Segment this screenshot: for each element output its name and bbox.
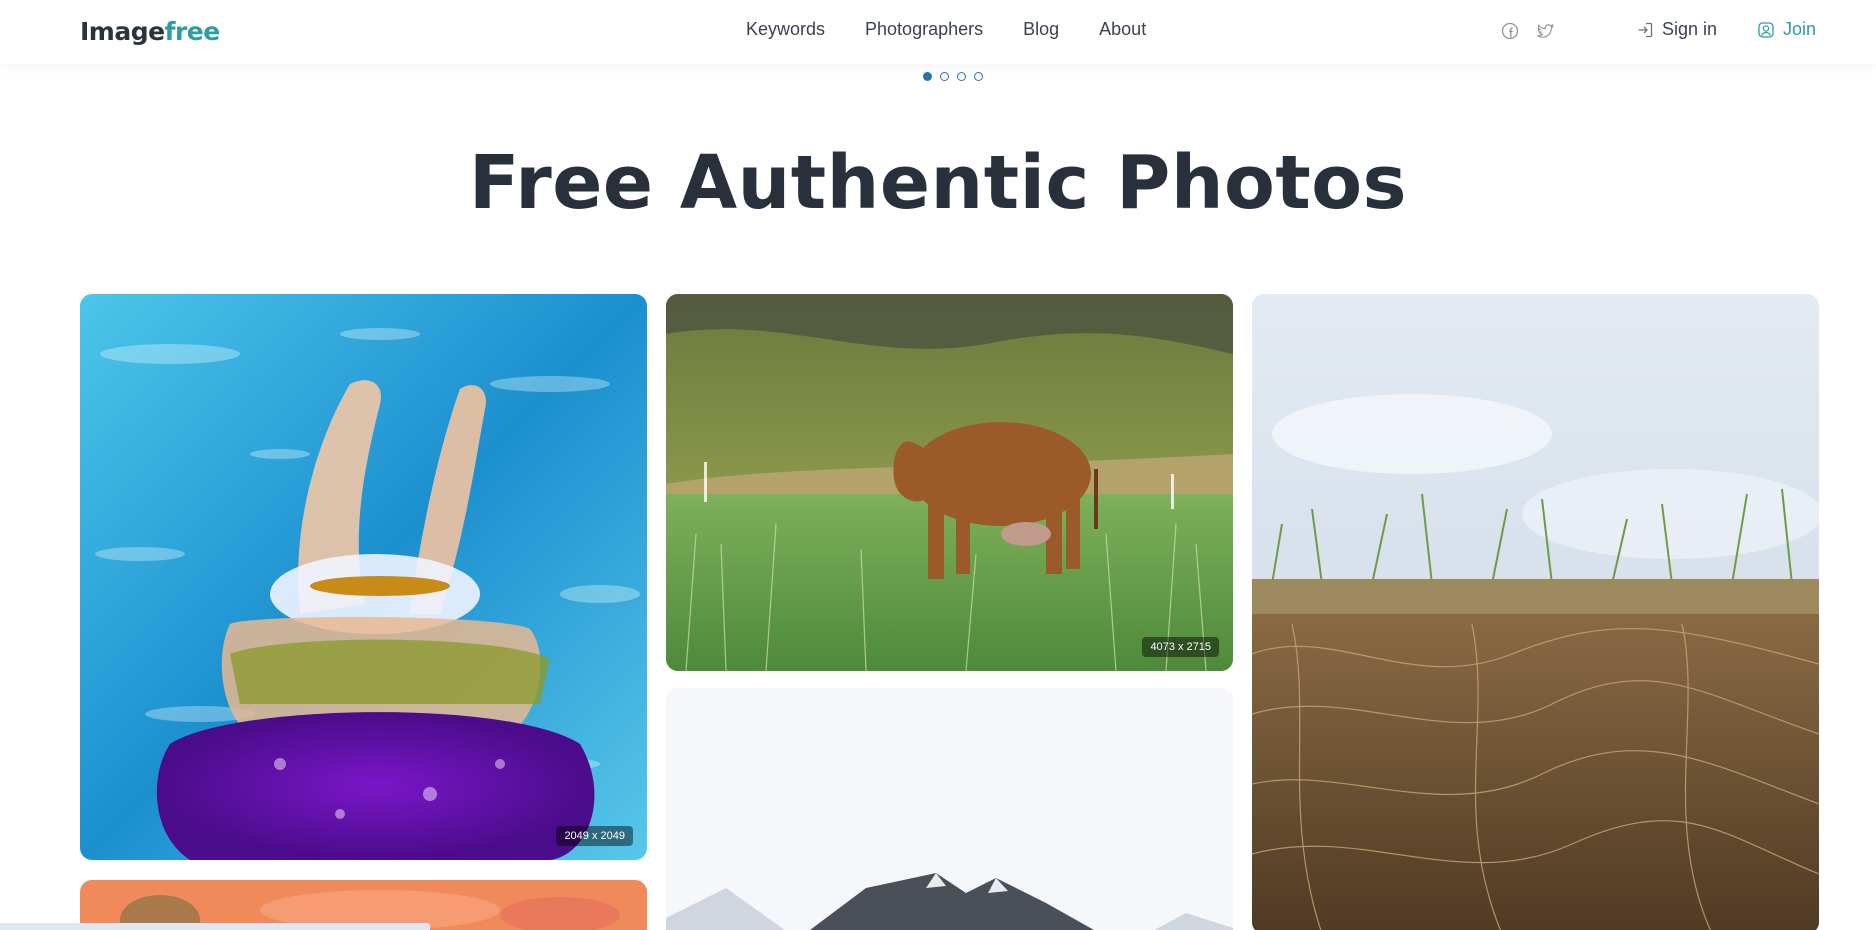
cow-image [666,294,1233,671]
nav-blog[interactable]: Blog [1023,19,1059,40]
photo-cow[interactable]: 4073 x 2715 [666,294,1233,671]
user-icon [1758,21,1774,38]
carousel-dot-4[interactable] [974,72,983,81]
sign-in-button[interactable]: Sign in [1636,19,1717,40]
sign-in-icon [1638,22,1653,37]
carousel-dot-2[interactable] [940,72,949,81]
auth-actions: Sign in Join [1636,19,1816,40]
facebook-icon[interactable] [1501,22,1519,40]
site-header: Imagefree Keywords Photographers Blog Ab… [0,0,1876,64]
photo-dimensions-badge: 4073 x 2715 [1142,637,1219,657]
twitter-icon[interactable] [1537,22,1555,40]
carousel-dot-1[interactable] [923,72,932,81]
photo-mountain[interactable] [666,688,1233,930]
nav-photographers[interactable]: Photographers [865,19,983,40]
photo-swimmer[interactable]: 2049 x 2049 [80,294,647,860]
hero-title: Free Authentic Photos [468,140,1408,226]
join-button[interactable]: Join [1757,19,1816,40]
mountain-image [666,688,1233,930]
nav-about[interactable]: About [1099,19,1146,40]
status-bar [0,923,430,930]
site-logo[interactable]: Imagefree [80,16,220,46]
social-links [1501,22,1555,40]
carousel-dot-3[interactable] [957,72,966,81]
sign-in-label: Sign in [1662,19,1718,39]
logo-text-free: free [164,16,221,46]
logo-text-age: age [114,16,165,46]
photo-dimensions-badge: 2049 x 2049 [556,826,633,846]
join-label: Join [1783,19,1817,39]
main-nav: Keywords Photographers Blog About [746,19,1146,40]
nav-keywords[interactable]: Keywords [746,19,825,40]
grass-soil-image [1252,294,1819,930]
swimmer-image [80,294,647,860]
carousel-dots [923,72,983,81]
logo-text-im: Im [80,16,115,46]
photo-grass-soil[interactable] [1252,294,1819,930]
